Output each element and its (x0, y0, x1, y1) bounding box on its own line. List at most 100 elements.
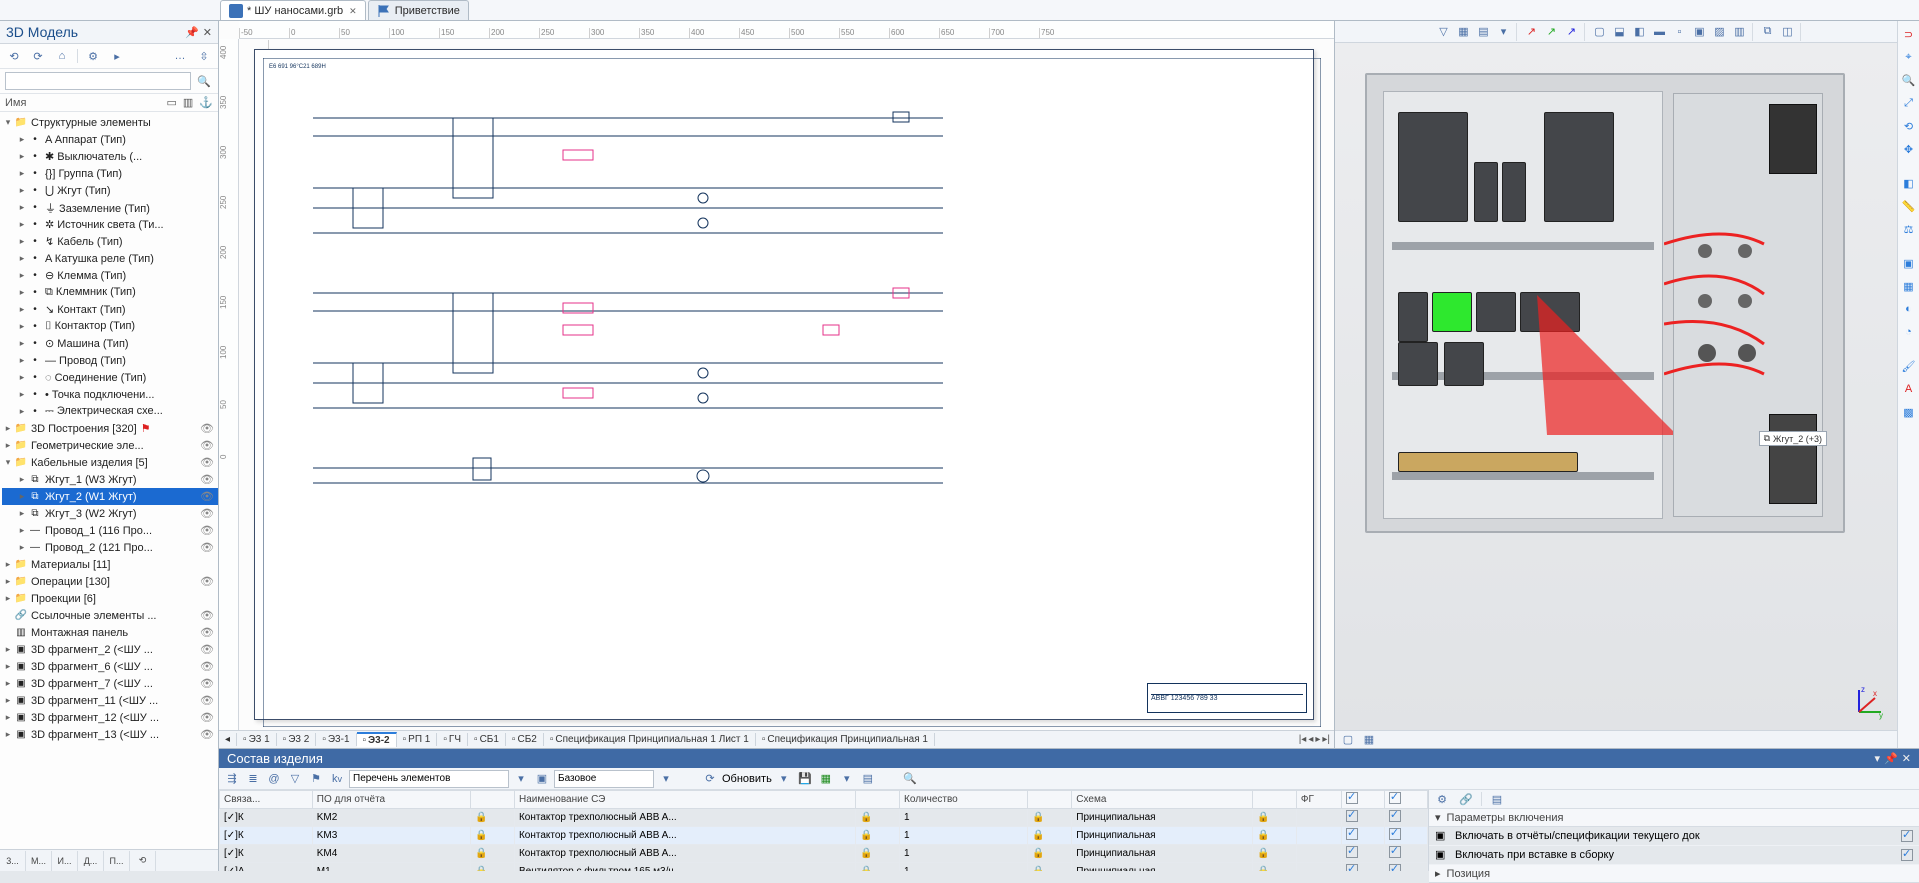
tree-item[interactable]: ▸•{}] Группа (Тип) (2, 165, 218, 182)
table-header-chk[interactable] (1341, 791, 1384, 809)
table-header[interactable] (1028, 791, 1072, 809)
tree-item[interactable]: ▸•⧉ Клеммник (Тип) (2, 284, 218, 301)
tree-item[interactable]: ▸•• Точка подключени... (2, 386, 218, 403)
visibility-icon[interactable]: 👁 (196, 677, 214, 690)
magnet-icon[interactable]: ⊃ (1900, 25, 1918, 43)
tree-item[interactable]: ▸•↯ Кабель (Тип) (2, 233, 218, 250)
3d-viewport[interactable]: ⧉ Жгут_2 (+3) z y x (1335, 43, 1897, 730)
play-icon[interactable]: ▸ (108, 47, 126, 65)
tree-item[interactable]: ▸▣3D фрагмент_2 (<ШУ ...👁 (2, 641, 218, 658)
checkbox[interactable] (1901, 849, 1913, 861)
sel-inv-icon[interactable]: ▨ (1711, 23, 1729, 41)
measure-icon[interactable]: 📏 (1900, 197, 1918, 215)
expand-all-icon[interactable]: … (171, 47, 189, 65)
columns-icon[interactable]: ▥ (183, 96, 193, 109)
filter-icon[interactable]: ▽ (1435, 23, 1453, 41)
chevron-icon[interactable]: ▾ (2, 117, 14, 128)
close-icon[interactable]: ✕ (203, 26, 212, 39)
tree-item[interactable]: ▾📁Структурные элементы (2, 114, 218, 131)
tree-header-name[interactable]: Имя (5, 97, 26, 109)
text-icon[interactable]: A (1900, 380, 1918, 398)
visibility-icon[interactable]: 👁 (196, 422, 214, 435)
paint-icon[interactable]: 🖌 (1900, 357, 1918, 375)
visibility-icon[interactable]: 👁 (196, 728, 214, 741)
page-tab[interactable]: ▫Э3-1 (316, 733, 356, 746)
visibility-icon[interactable]: 👁 (196, 473, 214, 486)
page-tab[interactable]: ▫Э3 1 (237, 733, 277, 746)
list-mode-icon[interactable]: ≣ (244, 770, 262, 788)
collapse-icon[interactable]: ⇳ (195, 47, 213, 65)
tree-item[interactable]: ▸⧉Жгут_2 (W1 Жгут)👁 (2, 488, 218, 505)
schematic-canvas[interactable]: -500501001502002503003504004505005506006… (219, 21, 1335, 748)
checkbox[interactable] (1389, 828, 1401, 840)
view-combo[interactable] (554, 770, 654, 788)
visibility-icon[interactable]: 👁 (196, 456, 214, 469)
chevron-icon[interactable]: ▸ (16, 168, 28, 179)
tree-item[interactable]: ▸•⊖ Клемма (Тип) (2, 267, 218, 284)
chevron-icon[interactable]: ▸ (2, 423, 14, 434)
tree-item[interactable]: ▸📁Геометрические эле...👁 (2, 437, 218, 454)
chevron-icon[interactable]: ▸ (16, 134, 28, 145)
table-header[interactable]: Наименование СЭ (514, 791, 855, 809)
chevron-icon[interactable]: ▸ (2, 559, 14, 570)
tree-item[interactable]: ▸•↘ Контакт (Тип) (2, 301, 218, 318)
at-icon[interactable]: @ (265, 770, 283, 788)
page-tab[interactable]: ▫Спецификация Принципиальная 1 (756, 733, 935, 746)
chevron-icon[interactable]: ▸ (16, 151, 28, 162)
chevron-down-icon[interactable]: ▾ (775, 770, 793, 788)
chevron-icon[interactable]: ▸ (16, 253, 28, 264)
pin-icon[interactable]: 📌 (185, 26, 199, 39)
single-view-icon[interactable]: ▢ (1339, 731, 1357, 749)
visibility-icon[interactable]: 👁 (196, 609, 214, 622)
tree-item[interactable]: ▸•◌ Соединение (Тип) (2, 369, 218, 386)
chevron-down-icon[interactable]: ▾ (657, 770, 675, 788)
visibility-icon[interactable]: 👁 (196, 541, 214, 554)
visibility-icon[interactable]: 👁 (196, 694, 214, 707)
table-row[interactable]: [✓]ΔM1🔒Вентилятор с фильтром 165 м3/ч🔒1🔒… (220, 863, 1428, 872)
anchor-icon[interactable]: ⚓ (199, 96, 213, 109)
filter2-icon[interactable]: ▽ (286, 770, 304, 788)
page-nav-btn[interactable]: ▸| (1322, 734, 1330, 745)
chevron-icon[interactable]: ▸ (16, 508, 28, 519)
table-row[interactable]: [✓]КKM3🔒Контактор трехполюсный ABB A...🔒… (220, 827, 1428, 845)
tree-item[interactable]: ▸•A Катушка реле (Тип) (2, 250, 218, 267)
visibility-icon[interactable]: 👁 (196, 507, 214, 520)
left-bottom-tab[interactable]: М... (26, 851, 52, 871)
table-header[interactable] (1252, 791, 1296, 809)
visibility-icon[interactable]: 👁 (196, 660, 214, 673)
report-type-combo[interactable] (349, 770, 509, 788)
tree-item[interactable]: ▸—Провод_2 (121 Про...👁 (2, 539, 218, 556)
table-header[interactable]: Связа... (220, 791, 313, 809)
tree-item[interactable]: ▸•⏚ Заземление (Тип) (2, 199, 218, 216)
mass-icon[interactable]: ⚖ (1900, 220, 1918, 238)
gear-icon[interactable]: ⚙ (84, 47, 102, 65)
flag-icon[interactable]: ⚑ (307, 770, 325, 788)
checkbox[interactable] (1389, 846, 1401, 858)
chevron-icon[interactable]: ▸ (16, 355, 28, 366)
close-icon[interactable]: ✕ (349, 6, 357, 17)
table-header[interactable]: Схема (1072, 791, 1253, 809)
chevron-icon[interactable]: ▾ (2, 457, 14, 468)
chevron-icon[interactable]: ▸ (16, 287, 28, 298)
filter-icon[interactable]: ▭ (166, 96, 176, 109)
checkbox[interactable] (1901, 830, 1913, 842)
fwd-icon[interactable]: ⟳ (29, 47, 47, 65)
sel-pt-icon[interactable]: ▫ (1671, 23, 1689, 41)
chevron-icon[interactable]: ▸ (16, 474, 28, 485)
chevron-icon[interactable]: ▸ (16, 406, 28, 417)
section-icon[interactable]: ◧ (1900, 174, 1918, 192)
page-nav-btn[interactable]: |◂ (1299, 734, 1307, 745)
prop-link-icon[interactable]: 🔗 (1457, 790, 1475, 808)
render-icon[interactable]: ◔ (1900, 323, 1918, 341)
checkbox[interactable] (1346, 828, 1358, 840)
page-tab[interactable]: ▫Э3 2 (277, 733, 317, 746)
tree-item[interactable]: ▸•⎓ Электрическая схе... (2, 403, 218, 420)
chevron-icon[interactable]: ▸ (16, 321, 28, 332)
export-xls-icon[interactable]: ▦ (817, 770, 835, 788)
tree-item[interactable]: ▸⧉Жгут_1 (W3 Жгут)👁 (2, 471, 218, 488)
tree-item[interactable]: ▸📁Материалы [11] (2, 556, 218, 573)
table-header[interactable]: ПО для отчёта (312, 791, 470, 809)
table-header[interactable]: Количество (900, 791, 1028, 809)
visibility-icon[interactable]: 👁 (196, 490, 214, 503)
back-icon[interactable]: ⟲ (5, 47, 23, 65)
